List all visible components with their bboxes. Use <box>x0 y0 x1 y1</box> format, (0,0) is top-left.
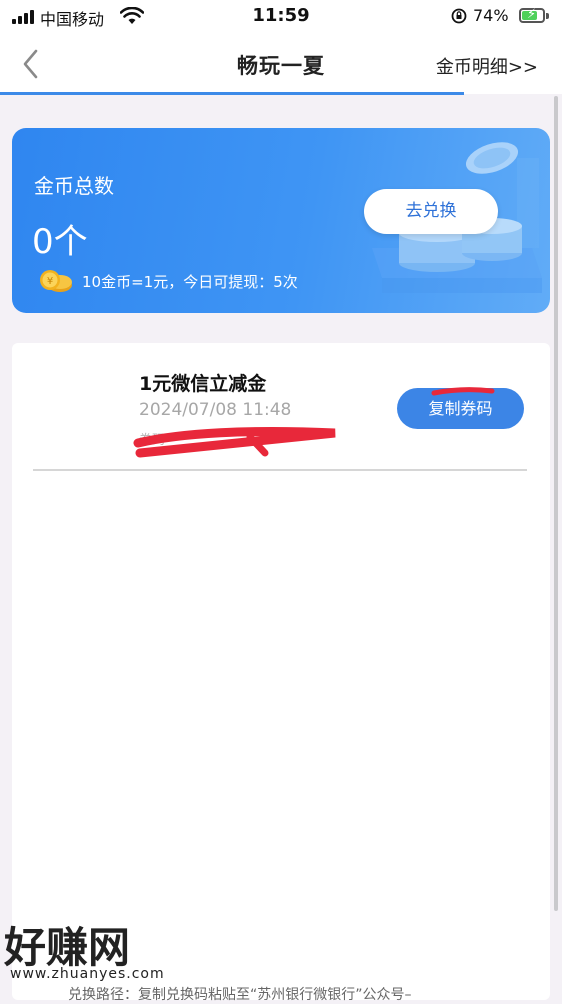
exchange-path-tip: 兑换路径：复制兑换码粘贴至“苏州银行微银行”公众号– <box>68 987 412 1003</box>
scrollbar[interactable] <box>554 96 558 911</box>
coin-total-title: 金币总数 <box>34 174 114 198</box>
redaction-mark <box>431 387 495 396</box>
coin-summary-card: 金币总数 0个 ¥ 10金币=1元，今日可提现：5次 去兑换 <box>12 128 550 313</box>
list-divider <box>33 469 527 471</box>
battery-percent: 74% <box>473 6 509 25</box>
voucher-list: 1元微信立减金 2024/07/08 11:48 券码 复制券码 <box>12 343 550 1000</box>
rotation-lock-icon <box>451 8 467 24</box>
redaction-mark <box>133 426 336 458</box>
gold-coin-icon: ¥ <box>40 270 72 292</box>
exchange-button[interactable]: 去兑换 <box>364 189 498 234</box>
voucher-name: 1元微信立减金 <box>139 373 267 395</box>
nav-underline <box>0 92 464 95</box>
coin-detail-link[interactable]: 金币明细>> <box>436 53 538 79</box>
svg-text:¥: ¥ <box>47 276 53 287</box>
exchange-rate-note: 10金币=1元，今日可提现：5次 <box>82 273 298 291</box>
watermark-url: www.zhuanyes.com <box>10 966 165 982</box>
coin-total-count: 0个 <box>32 222 88 262</box>
battery-cap <box>546 13 549 19</box>
voucher-date: 2024/07/08 11:48 <box>139 400 292 420</box>
status-bar: 中国移动 11:59 74% ⚡ <box>0 0 562 36</box>
battery-icon: ⚡ <box>519 7 545 23</box>
nav-bar: 畅玩一夏 金币明细>> <box>0 36 562 94</box>
